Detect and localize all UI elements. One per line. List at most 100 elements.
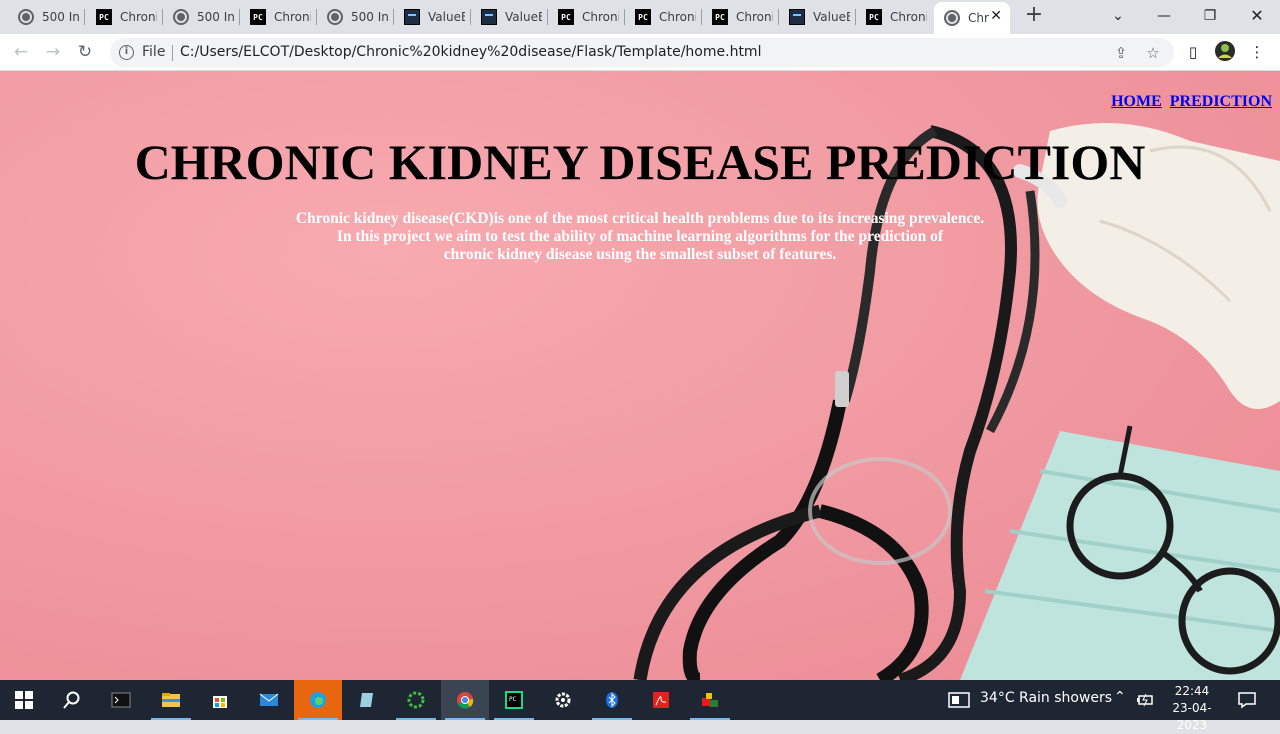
chevron-up-icon[interactable]: ⌃	[1114, 689, 1126, 705]
blocks-icon	[702, 693, 718, 707]
menu-kebab-icon[interactable]: ⋮	[1245, 40, 1269, 64]
bookmark-star-icon[interactable]: ☆	[1142, 42, 1164, 64]
folder-icon	[162, 693, 180, 707]
taskbar-edge[interactable]	[294, 680, 342, 720]
chrome-icon	[457, 692, 474, 709]
scheme-label: File	[142, 44, 166, 60]
tab-11[interactable]: ValueE	[779, 4, 854, 30]
tab-9[interactable]: PC Chroni	[625, 4, 700, 30]
taskbar-store[interactable]	[196, 680, 244, 720]
battery-icon[interactable]	[1136, 692, 1154, 708]
notification-icon[interactable]	[1237, 691, 1257, 709]
weather-widget[interactable]: 34°C Rain showers	[980, 690, 1112, 706]
windows-logo-icon	[15, 691, 33, 709]
terminal-icon	[111, 692, 131, 708]
share-icon[interactable]: ⇪	[1110, 42, 1132, 64]
address-bar[interactable]: i File C:/Users/ELCOT/Desktop/Chronic%20…	[110, 38, 1174, 67]
new-tab-button[interactable]: +	[1022, 4, 1046, 26]
tab-5[interactable]: 500 Int	[317, 4, 392, 30]
tab-label: Chroni	[120, 10, 157, 24]
taskbar-bluetooth[interactable]	[588, 680, 636, 720]
taskbar-chrome[interactable]	[441, 680, 489, 720]
globe-icon	[944, 10, 960, 26]
intro-text: Chronic kidney disease(CKD)is one of the…	[260, 210, 1020, 264]
tab-label: Chroni	[582, 10, 619, 24]
tab-search-icon[interactable]: ⌄	[1106, 5, 1130, 27]
taskbar-pycharm[interactable]: PC	[490, 680, 538, 720]
tab-label: Chroni	[659, 10, 696, 24]
terminal-icon	[789, 9, 805, 25]
globe-icon	[327, 9, 343, 25]
nav-home-link[interactable]: HOME	[1111, 93, 1162, 110]
tab-13[interactable]: Chr ✕	[934, 2, 1010, 34]
store-icon	[213, 696, 227, 708]
browser-toolbar: ← → ↻ i File C:/Users/ELCOT/Desktop/Chro…	[0, 34, 1280, 71]
tab-label: 500 Int	[197, 10, 234, 24]
back-button[interactable]: ←	[9, 40, 33, 64]
tab-1[interactable]: 500 Int	[8, 4, 83, 30]
tab-7[interactable]: ValueE	[471, 4, 546, 30]
nav-prediction-link[interactable]: PREDICTION	[1170, 93, 1272, 110]
taskbar-notes[interactable]	[343, 680, 391, 720]
taskbar-file-explorer[interactable]	[147, 680, 195, 720]
tab-label: 500 Int	[351, 10, 388, 24]
taskbar-settings[interactable]	[539, 680, 587, 720]
pycharm-icon: PC	[250, 9, 266, 25]
tab-label: Chroni	[890, 10, 927, 24]
taskbar-mail[interactable]	[245, 680, 293, 720]
forward-button[interactable]: →	[41, 40, 65, 64]
pycharm-icon: PC	[558, 9, 574, 25]
pdf-icon	[653, 692, 669, 708]
info-icon[interactable]: i	[119, 45, 134, 60]
start-button[interactable]	[0, 680, 48, 720]
pycharm-icon: PC	[712, 9, 728, 25]
notes-icon	[360, 693, 373, 707]
globe-icon	[18, 9, 34, 25]
svg-text:PC: PC	[509, 696, 517, 703]
bluetooth-icon	[606, 692, 618, 708]
clock[interactable]: 22:44 23-04-2023	[1162, 683, 1222, 734]
tab-3[interactable]: 500 Int	[163, 4, 238, 30]
clock-date: 23-04-2023	[1172, 701, 1212, 732]
intro-line: In this project we aim to test the abili…	[336, 228, 944, 245]
tab-label: ValueE	[813, 10, 850, 24]
tab-separator	[84, 9, 85, 25]
tab-label: Chr	[968, 11, 989, 25]
profile-avatar[interactable]	[1213, 40, 1237, 64]
tab-6[interactable]: ValueE	[394, 4, 469, 30]
tab-strip: 500 Int PC Chroni 500 Int PC Chroni 500 Int Val…	[0, 0, 1280, 34]
close-window-button[interactable]: ✕	[1245, 5, 1269, 27]
pycharm-icon: PC	[635, 9, 651, 25]
mail-icon	[259, 693, 279, 706]
pycharm-icon: PC	[505, 691, 523, 709]
tab-10[interactable]: PC Chroni	[702, 4, 777, 30]
search-button[interactable]	[48, 680, 96, 720]
tab-label: ValueE	[505, 10, 542, 24]
weather-icon	[948, 692, 970, 708]
side-panel-icon[interactable]: ▯	[1181, 40, 1205, 64]
tab-2[interactable]: PC Chroni	[86, 4, 161, 30]
terminal-icon	[481, 9, 497, 25]
taskbar-terminal[interactable]	[97, 680, 145, 720]
intro-line: chronic kidney disease using the smalles…	[443, 246, 837, 263]
minimize-button[interactable]: —	[1152, 5, 1176, 27]
address-separator	[172, 45, 173, 61]
windows-taskbar: PC 34°C Rain showers ⌃ 22:44 23-04-2023	[0, 680, 1280, 732]
tab-12[interactable]: PC Chroni	[856, 4, 931, 30]
pycharm-icon: PC	[96, 9, 112, 25]
pycharm-icon: PC	[866, 9, 882, 25]
tab-4[interactable]: PC Chroni	[240, 4, 315, 30]
globe-icon	[173, 9, 189, 25]
top-navigation: HOME PREDICTION	[1107, 93, 1272, 111]
taskbar-acrobat[interactable]	[637, 680, 685, 720]
close-tab-icon[interactable]: ✕	[990, 8, 1002, 24]
tab-8[interactable]: PC Chroni	[548, 4, 623, 30]
clock-time: 22:44	[1174, 684, 1210, 698]
url-text[interactable]: C:/Users/ELCOT/Desktop/Chronic%20kidney%…	[180, 44, 761, 60]
taskbar-app-multicolor[interactable]	[686, 680, 734, 720]
reload-button[interactable]: ↻	[73, 40, 97, 64]
refresh-ring-icon	[407, 691, 425, 709]
restore-button[interactable]: ❐	[1198, 5, 1222, 27]
taskbar-app-green[interactable]	[392, 680, 440, 720]
search-icon	[63, 691, 80, 709]
